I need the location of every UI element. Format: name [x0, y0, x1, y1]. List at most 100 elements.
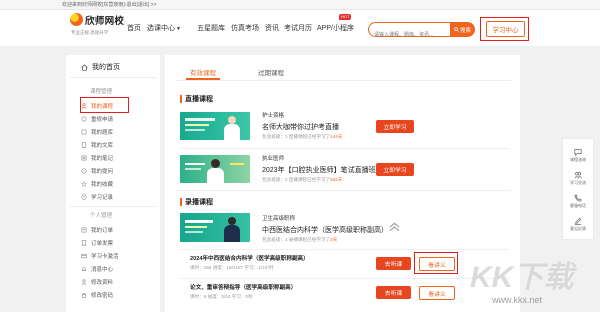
clock-icon	[81, 194, 87, 200]
course-meta: 包含班级：1 录播课程已经学习了3天	[262, 237, 337, 243]
tab-valid-courses[interactable]: 有效课程	[190, 67, 216, 77]
row-divider	[180, 278, 510, 279]
sidebar-item-invoices[interactable]: 订单发票	[80, 237, 152, 249]
welcome-text[interactable]: 欢迎来到欣师网校[东营夜雨]-退出[退出] >>	[62, 1, 156, 8]
toolbar-item-community[interactable]: 学习交流	[563, 167, 593, 190]
course-section-label: 课程管理	[90, 89, 113, 95]
sidebar-item-question-bank[interactable]: 我的题库	[80, 126, 152, 138]
highlight-box	[414, 252, 458, 274]
row-divider	[180, 249, 510, 250]
highlight-box	[480, 17, 529, 41]
note-icon	[81, 155, 87, 161]
question-icon: ?	[81, 168, 87, 174]
lesson-title[interactable]: 论文、重审答辩指导（医学高级职称副高）	[190, 283, 296, 291]
sidebar-item-label: 我的题库	[91, 130, 114, 136]
sidebar-item-profile[interactable]: 修改资料	[80, 276, 152, 288]
sidebar-item-label: 我的文库	[91, 143, 114, 149]
search-icon	[454, 27, 459, 32]
search-field[interactable]	[368, 22, 450, 41]
sidebar-item-favorites[interactable]: 我的收藏	[80, 178, 152, 190]
logo-name[interactable]: 欣师网校	[85, 13, 124, 27]
refresh-icon	[81, 116, 87, 122]
sidebar-home[interactable]: 我的首页	[80, 61, 152, 73]
phone-icon	[574, 194, 582, 202]
hot-badge: HOT	[339, 14, 352, 20]
sidebar-item-messages[interactable]: 消息中心	[80, 263, 152, 275]
lesson-meta: 课时：9 进度：5/34 学习：0秒	[190, 294, 253, 299]
watermark-logo: KK下载	[470, 261, 574, 294]
sidebar-divider	[70, 206, 156, 207]
lock-icon	[81, 292, 87, 298]
search-button-label: 搜索	[459, 27, 471, 34]
course-title[interactable]: 名师大咖带你过护考直播	[262, 122, 339, 132]
nav-question-bank[interactable]: 五星题库	[197, 23, 225, 33]
sidebar-item-library[interactable]: 我的文库	[80, 139, 152, 151]
group-icon	[574, 172, 582, 179]
nav-mock-exam[interactable]: 仿真考场	[231, 23, 259, 33]
sidebar-item-card-activation[interactable]: 学习卡激活	[80, 250, 152, 262]
chevron-up-icon[interactable]	[389, 222, 400, 232]
course-thumbnail[interactable]	[180, 112, 250, 140]
toolbar-item-consult[interactable]: 课程咨询	[563, 144, 593, 167]
toolbar-item-feedback[interactable]: 意见反馈	[563, 213, 593, 236]
course-meta-text: 包含班级：2 直播课程已经学习了	[262, 177, 331, 182]
chevron-down-icon: ▼	[176, 26, 181, 32]
recorded-section-title: 录播课程	[185, 199, 213, 206]
nav-news[interactable]: 资讯	[265, 23, 279, 33]
search-button[interactable]: 搜索	[450, 22, 475, 37]
home-icon	[81, 63, 88, 71]
sidebar-home-label: 我的首页	[92, 64, 120, 71]
sidebar-item-label: 我的笔记	[91, 156, 114, 162]
sidebar-item-label: 消息中心	[91, 267, 114, 273]
listen-button[interactable]: 去听课	[376, 286, 411, 299]
nav-app[interactable]: APP/小程序	[317, 23, 354, 33]
sidebar-item-notes[interactable]: 我的笔记	[80, 152, 152, 164]
sidebar-item-password[interactable]: 修改密码	[80, 289, 152, 301]
section-marker	[180, 95, 182, 103]
course-thumbnail[interactable]	[180, 213, 250, 242]
sidebar-item-label: 修改资料	[91, 280, 114, 286]
toolbar-item-label: 意见反馈	[570, 226, 586, 231]
bell-icon	[81, 267, 87, 271]
document-icon	[81, 142, 87, 148]
live-section-title: 直播课程	[185, 96, 213, 103]
watermark-url: www.kkx.net	[492, 295, 543, 305]
logo-icon[interactable]	[70, 13, 83, 26]
course-days: 3天	[330, 237, 338, 242]
sidebar-item-retake[interactable]: 重修申请	[80, 113, 152, 125]
toolbar-item-label: 课程咨询	[570, 157, 586, 162]
sidebar-item-label: 订单发票	[91, 241, 114, 247]
start-learning-button[interactable]: 立即学习	[376, 163, 414, 176]
course-meta-text: 包含班级：1 录播课程已经学习了	[262, 237, 331, 242]
nav-home[interactable]: 首页	[127, 23, 141, 33]
course-days: 502天	[330, 177, 343, 182]
personal-section-label: 个人管理	[90, 213, 113, 219]
card-icon	[81, 254, 87, 259]
toolbar-item-label: 客服电话	[570, 203, 586, 208]
invoice-icon	[81, 240, 87, 246]
lesson-meta: 课时：256 进度：19/2157 学习：1/3小时	[190, 265, 274, 270]
tab-expired-courses[interactable]: 过期课程	[258, 67, 284, 77]
logo-slogan: 专业正规 高效升学	[71, 30, 109, 35]
course-thumbnail[interactable]	[180, 155, 250, 183]
course-title[interactable]: 中西医结合内科学（医学高级职称副高）	[262, 225, 388, 235]
sidebar-item-history[interactable]: 学习记录	[80, 191, 152, 203]
sidebar-item-label: 我的订单	[91, 228, 114, 234]
lesson-title[interactable]: 2024年中西医结合内科学（医学高级职称副高）	[190, 254, 309, 262]
course-meta: 包含班级：1 直播课程已经学习了144天	[262, 134, 342, 140]
search-input[interactable]	[374, 29, 448, 41]
start-learning-button[interactable]: 立即学习	[376, 120, 414, 133]
sidebar-item-orders[interactable]: 我的订单	[80, 224, 152, 236]
toolbar-item-phone[interactable]: 客服电话	[563, 190, 593, 213]
listen-button[interactable]: 去听课	[376, 257, 411, 270]
floating-toolbar: 课程咨询 学习交流 客服电话 意见反馈	[562, 138, 594, 240]
sidebar-item-label: 学习卡激活	[91, 254, 119, 260]
nav-exam-calendar[interactable]: 考试月历	[284, 23, 312, 33]
sidebar-item-label: 我的提问	[91, 169, 114, 175]
course-title[interactable]: 2023年【口腔执业医师】笔试直播班套餐	[262, 165, 390, 175]
sidebar-item-label: 修改密码	[91, 293, 114, 299]
nav-course-center[interactable]: 选课中心▼	[147, 23, 181, 33]
sidebar-item-questions[interactable]: ? 我的提问	[80, 165, 152, 177]
toolbar-item-label: 学习交流	[570, 180, 586, 185]
handout-button[interactable]: 看讲义	[419, 286, 455, 300]
